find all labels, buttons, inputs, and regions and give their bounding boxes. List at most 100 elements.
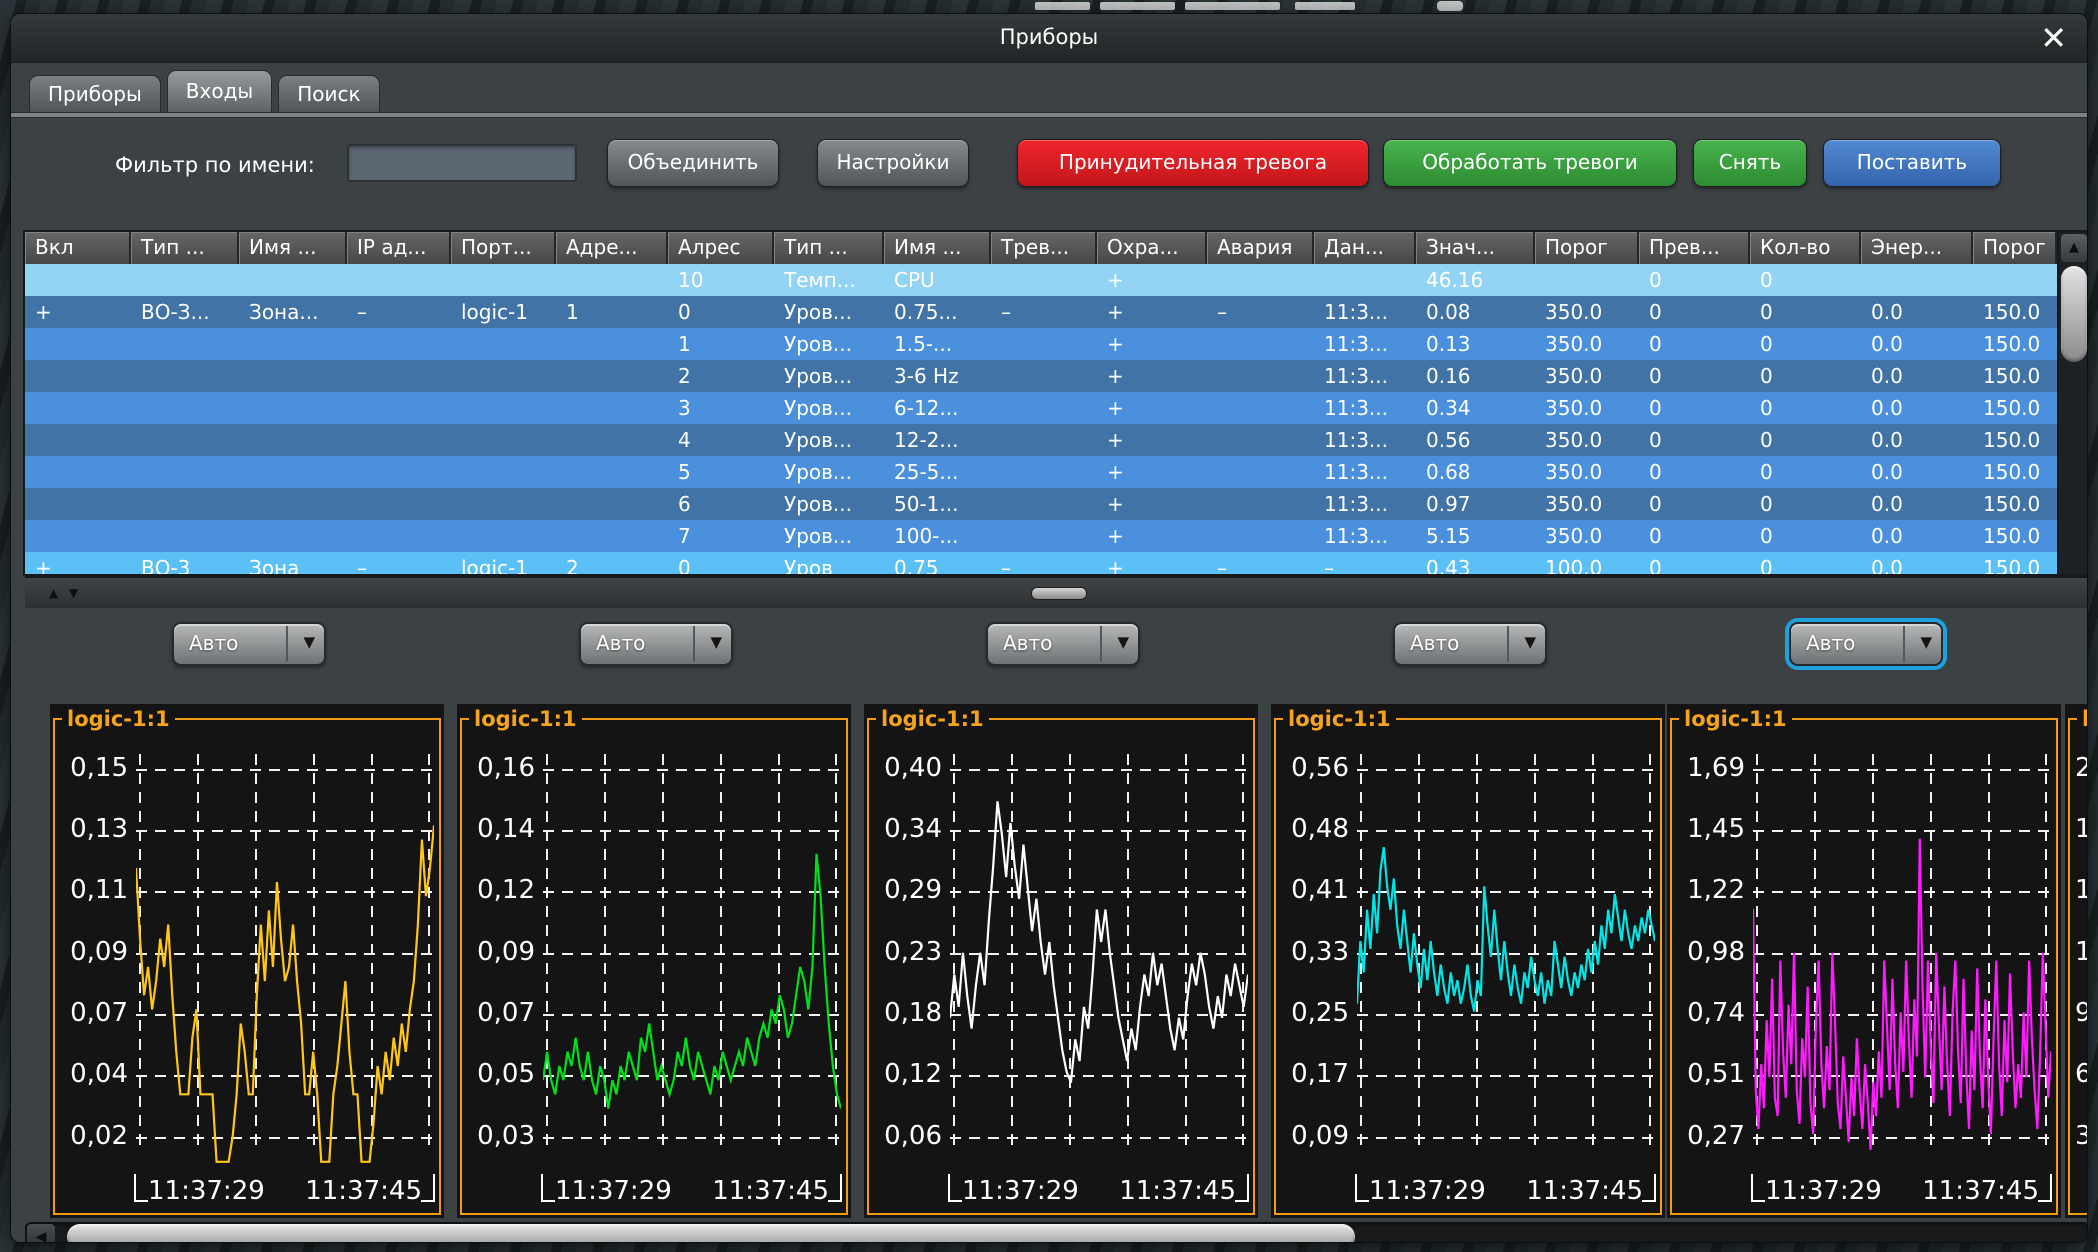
table-cell: 150.0 [1973, 552, 2057, 574]
table-cell: + [1097, 424, 1207, 456]
column-header[interactable]: Порог [1973, 232, 2057, 264]
table-cell [239, 264, 347, 296]
y-tick-label: 21 [2075, 753, 2088, 783]
splitter-bar[interactable]: ▲ ▼ [25, 576, 2088, 610]
scroll-left-icon[interactable]: ◀ [27, 1224, 55, 1243]
chart-title: logic-1:1 [62, 707, 175, 731]
force-alarm-button[interactable]: Принудительная тревога [1017, 139, 1369, 187]
table-row[interactable]: +ВО-З...Зона...–logic-110Уров...0.75...–… [25, 296, 2057, 328]
column-header[interactable]: Дан... [1314, 232, 1416, 264]
splitter-collapse-down-icon[interactable]: ▼ [69, 586, 78, 600]
vertical-scrollbar[interactable]: ▲ [2057, 232, 2088, 574]
table-cell: – [1207, 296, 1314, 328]
horizontal-scroll-thumb[interactable] [67, 1224, 1355, 1243]
table-row[interactable]: 1Уров...1.5-...+11:3...0.13350.0000.0150… [25, 328, 2057, 360]
column-header[interactable]: Знач... [1416, 232, 1535, 264]
close-button[interactable]: ✕ [2040, 18, 2067, 58]
axis-corner-left [541, 1174, 555, 1202]
y-tick-label: 9 [2075, 998, 2088, 1028]
table-row[interactable]: 2Уров...3-6 Hz+11:3...0.16350.0000.0150.… [25, 360, 2057, 392]
table-row[interactable]: 4Уров...12-2...+11:3...0.56350.0000.0150… [25, 424, 2057, 456]
table-cell: 0.34 [1416, 392, 1535, 424]
vertical-scroll-thumb[interactable] [2061, 266, 2087, 362]
select-divider [1100, 626, 1102, 662]
column-header[interactable]: Адре... [556, 232, 668, 264]
table-cell: 1 [668, 328, 774, 360]
waveform [1357, 748, 1655, 1166]
table-cell [347, 456, 451, 488]
y-tick-label: 15 [2075, 875, 2088, 905]
filter-input[interactable] [347, 144, 577, 182]
chart-title: logic-1:1 [876, 707, 989, 731]
table-cell: + [1097, 520, 1207, 552]
column-header[interactable]: Охра... [1097, 232, 1207, 264]
column-header[interactable]: Тип ... [131, 232, 239, 264]
splitter-collapse-up-icon[interactable]: ▲ [49, 586, 58, 600]
scroll-up-icon[interactable]: ▲ [2061, 234, 2087, 262]
table-cell: 350.0 [1535, 520, 1639, 552]
y-tick-label: 0,16 [459, 753, 535, 783]
table-cell [25, 488, 131, 520]
scale-select-5[interactable]: Авто▼ [1789, 622, 1943, 666]
table-cell [991, 392, 1097, 424]
table-row[interactable]: 6Уров...50-1...+11:3...0.97350.0000.0150… [25, 488, 2057, 520]
horizontal-scrollbar[interactable]: ◀ [25, 1222, 2088, 1243]
y-tick-label: 0,41 [1273, 875, 1349, 905]
column-header[interactable]: Имя ... [239, 232, 347, 264]
table-row[interactable]: 7Уров...100-...+11:3...5.15350.0000.0150… [25, 520, 2057, 552]
tab-search[interactable]: Поиск [278, 75, 379, 112]
filter-label: Фильтр по имени: [115, 153, 315, 177]
table-cell [347, 360, 451, 392]
arm-button[interactable]: Поставить [1823, 139, 2001, 187]
column-header[interactable]: Прев... [1639, 232, 1750, 264]
table-row[interactable]: 3Уров...6-12...+11:3...0.34350.0000.0150… [25, 392, 2057, 424]
column-header[interactable]: Кол-во [1750, 232, 1861, 264]
table-row[interactable]: 5Уров...25-5...+11:3...0.68350.0000.0150… [25, 456, 2057, 488]
table-cell [1207, 488, 1314, 520]
column-header[interactable]: Порт... [451, 232, 556, 264]
table-cell: 1.5-... [884, 328, 991, 360]
column-header[interactable]: Порог [1535, 232, 1639, 264]
scale-select-4[interactable]: Авто▼ [1393, 622, 1547, 666]
table-cell: – [347, 296, 451, 328]
column-header[interactable]: IP ад... [347, 232, 451, 264]
scale-select-3[interactable]: Авто▼ [986, 622, 1140, 666]
tab-devices[interactable]: Приборы [29, 75, 161, 112]
scale-select-2[interactable]: Авто▼ [579, 622, 733, 666]
charts-area: Авто▼Авто▼Авто▼Авто▼Авто▼logic-1:10,150,… [25, 608, 2088, 1220]
column-header[interactable]: Авария [1207, 232, 1314, 264]
splitter-grip[interactable] [1031, 587, 1087, 600]
table-cell: 11:3... [1314, 328, 1416, 360]
settings-button[interactable]: Настройки [817, 139, 969, 187]
tab-inputs[interactable]: Входы [167, 70, 272, 112]
table-cell: 350.0 [1535, 360, 1639, 392]
table-row[interactable]: +ВО-3Зона–logic-120Уров0.75–+––0.43100.0… [25, 552, 2057, 574]
table-cell: CPU [884, 264, 991, 296]
table-cell: – [991, 296, 1097, 328]
table-row[interactable]: 10Темп...CPU+46.1600 [25, 264, 2057, 296]
column-header[interactable]: Вкл [25, 232, 131, 264]
merge-button[interactable]: Объединить [607, 139, 779, 187]
scale-select-1[interactable]: Авто▼ [172, 622, 326, 666]
chart-title: logic-1:1 [1283, 707, 1396, 731]
disarm-button[interactable]: Снять [1693, 139, 1807, 187]
chevron-down-icon: ▼ [1524, 633, 1536, 651]
column-header[interactable]: Трев... [991, 232, 1097, 264]
table-cell: 0.08 [1416, 296, 1535, 328]
plot-area [1753, 748, 2051, 1166]
table-cell: + [1097, 328, 1207, 360]
column-header[interactable]: Тип ... [774, 232, 884, 264]
table-cell [1207, 456, 1314, 488]
table-cell: 0 [1639, 552, 1750, 574]
table-cell [451, 264, 556, 296]
x-tick-label-end: 11:37:45 [305, 1176, 422, 1206]
table-cell: 0.0 [1861, 520, 1973, 552]
process-alarms-button[interactable]: Обработать тревоги [1383, 139, 1677, 187]
waveform [1753, 748, 2051, 1166]
column-header[interactable]: Алрес [668, 232, 774, 264]
y-tick-label: 0,12 [459, 875, 535, 905]
table-cell [556, 264, 668, 296]
y-tick-label: 1,45 [1669, 814, 1745, 844]
column-header[interactable]: Имя ... [884, 232, 991, 264]
column-header[interactable]: Энер... [1861, 232, 1973, 264]
